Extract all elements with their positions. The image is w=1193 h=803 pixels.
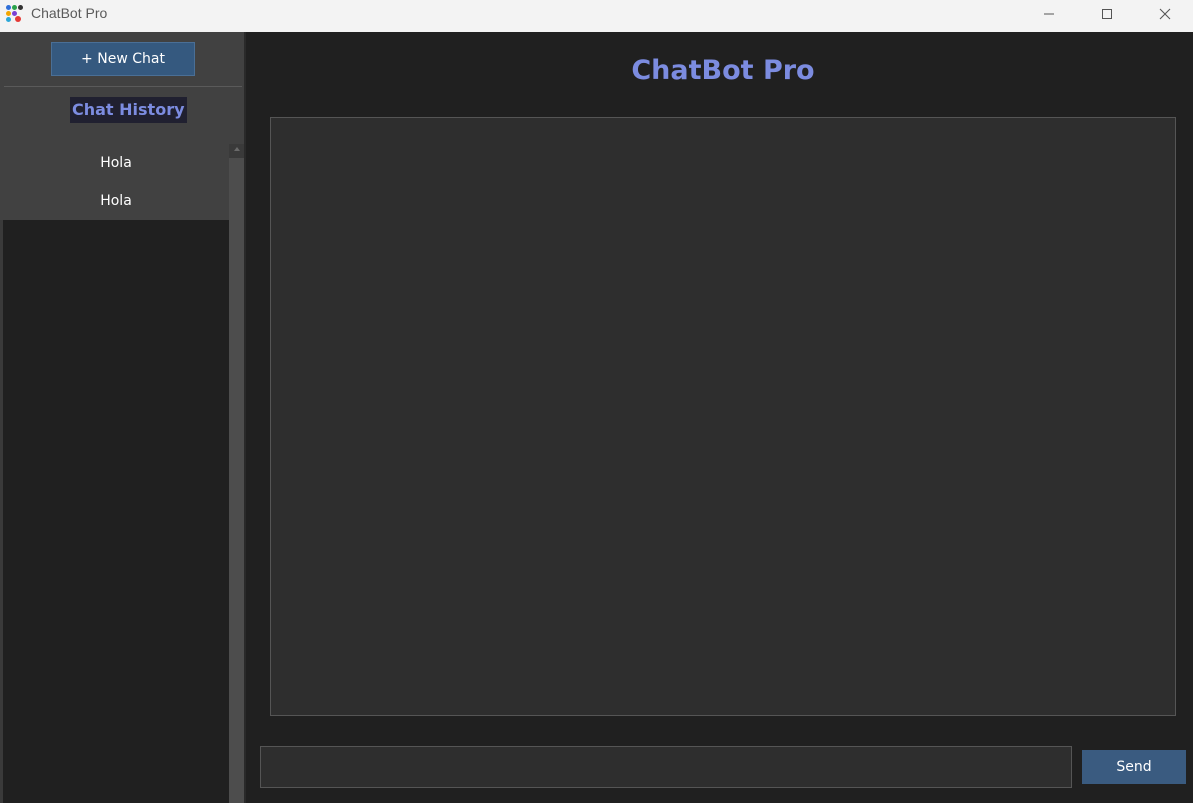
maximize-icon bbox=[1102, 9, 1112, 19]
sidebar: + New Chat Chat History Hola Hola bbox=[0, 32, 246, 803]
sidebar-border bbox=[244, 32, 246, 803]
chat-display-area[interactable] bbox=[270, 117, 1176, 716]
main-panel: ChatBot Pro Send bbox=[248, 32, 1193, 803]
close-icon bbox=[1159, 8, 1171, 20]
window-title: ChatBot Pro bbox=[31, 5, 108, 21]
minimize-icon bbox=[1044, 13, 1054, 15]
history-scrollbar[interactable] bbox=[229, 144, 244, 803]
chat-history-heading: Chat History bbox=[70, 97, 187, 123]
new-chat-button[interactable]: + New Chat bbox=[51, 42, 195, 76]
chatbot-app-icon bbox=[6, 4, 24, 22]
send-button[interactable]: Send bbox=[1082, 750, 1186, 784]
close-button[interactable] bbox=[1142, 0, 1188, 28]
scroll-up-arrow-icon[interactable] bbox=[234, 147, 240, 151]
minimize-button[interactable] bbox=[1026, 0, 1072, 28]
chat-history-list: Hola Hola bbox=[3, 144, 229, 803]
page-title: ChatBot Pro bbox=[631, 55, 815, 86]
history-item[interactable]: Hola bbox=[3, 144, 229, 182]
scrollbar-thumb[interactable] bbox=[229, 158, 244, 803]
history-item[interactable]: Hola bbox=[3, 182, 229, 220]
sidebar-divider bbox=[4, 86, 242, 87]
maximize-button[interactable] bbox=[1084, 0, 1130, 28]
message-input[interactable] bbox=[260, 746, 1072, 788]
window-titlebar: ChatBot Pro bbox=[0, 0, 1193, 32]
